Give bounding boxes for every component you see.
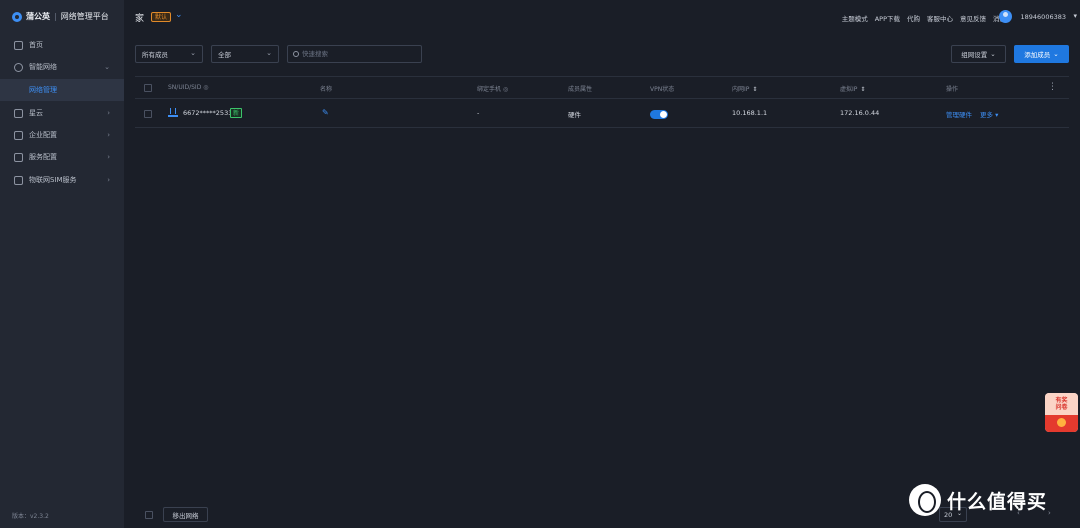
row-checkbox[interactable] <box>144 110 152 118</box>
sidebar-item-label: 星云 <box>29 109 43 117</box>
row-sn: 6672*****2533 <box>183 109 233 117</box>
edit-name-icon[interactable]: ✎ <box>322 108 329 117</box>
app-download-link[interactable]: APP下载 <box>875 13 900 23</box>
remove-from-network-label: 移出网络 <box>172 511 199 520</box>
sidebar-item-label: 智能网络 <box>29 63 57 71</box>
header-phone: 绑定手机 ◎ <box>477 86 509 93</box>
type-filter-value: 全部 <box>218 51 231 59</box>
brand-separator: | <box>54 12 57 21</box>
sim-icon <box>14 175 23 185</box>
header-member-attr: 成员属性 <box>568 86 593 93</box>
account-phone[interactable]: 18946006383 <box>1021 13 1067 21</box>
brand-name: 蒲公英 <box>26 12 50 21</box>
header-virtual-ip[interactable]: 虚拟IP ⇕ <box>840 84 865 93</box>
sidebar-item-service[interactable]: 服务配置 › <box>0 146 124 168</box>
header-name: 名称 <box>320 86 333 93</box>
service-icon <box>14 152 23 162</box>
version-label: 版本：v2.3.2 <box>12 513 49 520</box>
sidebar-item-label: 企业配置 <box>29 131 57 139</box>
member-filter-select[interactable]: 所有成员 ⌄ <box>135 45 203 63</box>
enterprise-icon <box>14 130 23 140</box>
chevron-down-icon: ⌄ <box>990 50 996 58</box>
sidebar-item-smart-network[interactable]: 智能网络 ⌄ <box>0 56 124 78</box>
add-member-label: 添加成员 <box>1024 51 1051 59</box>
sidebar: 蒲公英 | 网络管理平台 首页 智能网络 ⌄ 网络管理 星云 › 企业配置 › … <box>0 0 124 528</box>
brand-subtitle: 网络管理平台 <box>60 12 109 21</box>
chevron-right-icon: › <box>107 153 110 161</box>
chevron-down-icon: ⌄ <box>266 49 272 57</box>
account-chevron-down-icon[interactable]: ▾ <box>1073 12 1077 20</box>
sidebar-item-network-management[interactable]: 网络管理 <box>0 79 124 101</box>
cloud-icon <box>14 108 23 118</box>
header-sn: SN/UID/SID ◎ <box>168 84 209 91</box>
search-input[interactable] <box>302 50 412 58</box>
sidebar-item-enterprise[interactable]: 企业配置 › <box>0 124 124 146</box>
purchase-link[interactable]: 代购 <box>907 13 920 23</box>
router-icon <box>168 108 178 117</box>
sidebar-item-label: 物联网SIM服务 <box>29 176 77 184</box>
dandelion-logo-icon <box>12 11 22 22</box>
support-center-link[interactable]: 客服中心 <box>927 13 953 23</box>
sidebar-item-label: 服务配置 <box>29 153 57 161</box>
network-switch-chevron-icon[interactable]: ⌄ <box>175 10 183 20</box>
new-badge: 新 <box>230 108 243 118</box>
feedback-link[interactable]: 意见反馈 <box>960 13 986 23</box>
brand-logo[interactable]: 蒲公英 | 网络管理平台 <box>12 11 109 22</box>
remove-from-network-button[interactable]: 移出网络 <box>163 507 208 522</box>
chevron-right-icon: › <box>107 176 110 184</box>
row-phone: - <box>477 109 480 117</box>
manage-hardware-link[interactable]: 管理硬件 <box>946 109 972 119</box>
home-icon <box>14 40 23 50</box>
sidebar-item-label: 网络管理 <box>29 86 57 94</box>
row-virtual-ip: 172.16.0.44 <box>840 109 880 117</box>
footer-select-all-checkbox[interactable] <box>145 511 153 519</box>
column-settings-icon[interactable]: ⋮ <box>1048 82 1057 92</box>
vpn-toggle[interactable] <box>650 110 668 119</box>
sidebar-item-home[interactable]: 首页 <box>0 34 124 56</box>
eye-icon: ◎ <box>203 84 209 91</box>
search-icon <box>293 51 299 57</box>
network-name[interactable]: 家 <box>135 11 144 24</box>
default-badge: 默认 <box>151 12 172 22</box>
sidebar-item-iot-sim[interactable]: 物联网SIM服务 › <box>0 169 124 191</box>
table-row: 6672*****2533 新 ✎ - 硬件 10.168.1.1 172.16… <box>135 100 1069 128</box>
theme-mode-link[interactable]: 主题模式 <box>842 13 868 23</box>
watermark-text: 什么值得买 <box>947 490 1048 513</box>
top-links: 主题模式 APP下载 代购 客服中心 意见反馈 消息 <box>842 13 1006 23</box>
header-operations: 操作 <box>946 86 959 93</box>
chevron-down-icon: ⌄ <box>190 49 196 57</box>
network-settings-label: 组网设置 <box>961 51 988 59</box>
search-box[interactable] <box>287 45 422 63</box>
header-lan-ip[interactable]: 内网IP ⇕ <box>732 84 757 93</box>
avatar[interactable] <box>999 10 1012 23</box>
sort-icon: ⇕ <box>860 86 866 93</box>
coin-icon <box>1057 418 1066 427</box>
chevron-down-icon: ⌄ <box>104 63 110 71</box>
topbar: 家 默认 ⌄ 主题模式 APP下载 代购 客服中心 意见反馈 消息 189460… <box>124 0 1080 36</box>
sidebar-item-nebula[interactable]: 星云 › <box>0 102 124 124</box>
row-lan-ip: 10.168.1.1 <box>732 109 768 117</box>
eye-icon: ◎ <box>502 86 509 93</box>
watermark-logo-icon <box>909 484 941 516</box>
sort-icon: ⇕ <box>752 86 758 93</box>
watermark: 什么值得买 <box>909 484 1047 516</box>
survey-promo-text: 有奖 问卷 <box>1045 393 1078 415</box>
select-all-checkbox[interactable] <box>144 84 152 92</box>
member-filter-value: 所有成员 <box>142 51 168 59</box>
network-icon <box>14 62 23 72</box>
chevron-down-icon: ⌄ <box>1053 50 1059 58</box>
sidebar-item-label: 首页 <box>29 41 43 49</box>
survey-promo[interactable]: 有奖 问卷 <box>1045 393 1078 432</box>
header-vpn-status: VPN状态 <box>650 86 675 93</box>
add-member-button[interactable]: 添加成员 ⌄ <box>1014 45 1069 63</box>
chevron-right-icon: › <box>107 131 110 139</box>
type-filter-select[interactable]: 全部 ⌄ <box>211 45 279 63</box>
row-member-attr: 硬件 <box>568 111 581 119</box>
network-settings-button[interactable]: 组网设置 ⌄ <box>951 45 1006 63</box>
more-actions-link[interactable]: 更多 ▾ <box>980 109 998 119</box>
chevron-right-icon: › <box>107 109 110 117</box>
next-page-icon[interactable]: › <box>1048 509 1051 517</box>
table-header: SN/UID/SID ◎ 名称 绑定手机 ◎ 成员属性 VPN状态 内网IP ⇕ … <box>135 76 1069 99</box>
